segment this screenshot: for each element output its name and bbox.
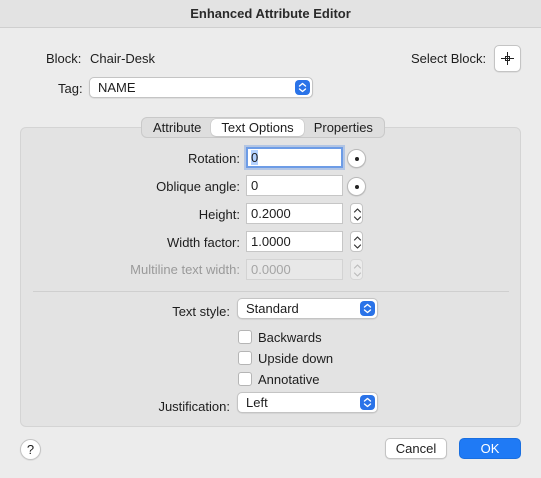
tab-bar: Attribute Text Options Properties: [141, 117, 385, 138]
rotation-input[interactable]: 0: [246, 147, 343, 168]
rotation-value: 0: [251, 150, 259, 165]
tag-select[interactable]: NAME: [89, 77, 313, 98]
height-input[interactable]: 0.2000: [246, 203, 343, 224]
select-block-label: Select Block:: [411, 51, 487, 66]
help-button[interactable]: ?: [20, 439, 41, 460]
chevron-updown-icon: [295, 80, 310, 95]
justification-value: Left: [246, 395, 268, 410]
chevron-updown-icon: [360, 301, 375, 316]
cancel-button[interactable]: Cancel: [385, 438, 447, 459]
width-factor-input[interactable]: 1.0000: [246, 231, 343, 252]
annotative-label: Annotative: [258, 372, 320, 387]
multiline-width-input: 0.0000: [246, 259, 343, 280]
width-factor-label: Width factor:: [167, 235, 240, 250]
upside-down-label: Upside down: [258, 351, 334, 366]
stepper-arrows-icon: [353, 264, 362, 277]
height-value: 0.2000: [251, 206, 291, 221]
justification-label: Justification:: [158, 399, 230, 414]
text-style-label: Text style:: [172, 304, 230, 319]
height-label: Height:: [198, 207, 240, 222]
text-style-value: Standard: [246, 301, 299, 316]
rotation-label: Rotation:: [187, 151, 240, 166]
oblique-label: Oblique angle:: [156, 179, 240, 194]
tab-attribute[interactable]: Attribute: [143, 119, 211, 136]
tag-label: Tag:: [58, 81, 83, 96]
multiline-width-label: Multiline text width:: [130, 262, 240, 277]
text-style-select[interactable]: Standard: [237, 298, 378, 319]
stepper-arrows-icon: [353, 236, 362, 249]
oblique-dial-icon[interactable]: [347, 177, 366, 196]
annotative-checkbox[interactable]: [238, 372, 252, 386]
multiline-width-stepper: [350, 259, 363, 280]
window-title: Enhanced Attribute Editor: [0, 0, 541, 28]
upside-down-checkbox[interactable]: [238, 351, 252, 365]
rotation-dial-icon[interactable]: [347, 149, 366, 168]
oblique-input[interactable]: 0: [246, 175, 343, 196]
multiline-width-value: 0.0000: [251, 262, 291, 277]
panel-divider: [33, 291, 509, 292]
justification-select[interactable]: Left: [237, 392, 378, 413]
backwards-checkbox[interactable]: [238, 330, 252, 344]
height-stepper[interactable]: [350, 203, 363, 224]
select-block-button[interactable]: [494, 45, 521, 72]
width-factor-value: 1.0000: [251, 234, 291, 249]
chevron-updown-icon: [360, 395, 375, 410]
ok-button[interactable]: OK: [459, 438, 521, 459]
backwards-label: Backwards: [258, 330, 322, 345]
tab-text-options[interactable]: Text Options: [211, 119, 304, 136]
block-label: Block:: [46, 51, 82, 66]
oblique-value: 0: [251, 178, 259, 193]
tab-properties[interactable]: Properties: [304, 119, 383, 136]
stepper-arrows-icon: [353, 208, 362, 221]
width-factor-stepper[interactable]: [350, 231, 363, 252]
tag-select-value: NAME: [98, 80, 136, 95]
pick-point-icon: [501, 52, 514, 65]
block-name: Chair-Desk: [90, 51, 156, 66]
